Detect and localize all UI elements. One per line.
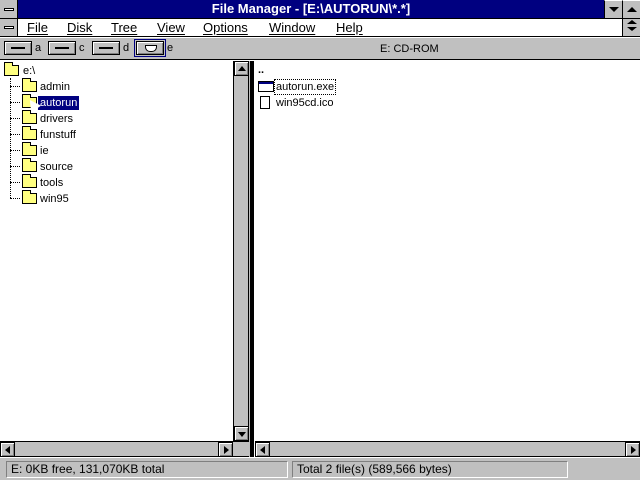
file-count-status: Total 2 file(s) (589,566 bytes) xyxy=(292,461,568,478)
scroll-left-button[interactable] xyxy=(255,442,270,457)
drive-c[interactable]: c xyxy=(48,41,88,56)
tree-folder-label: drivers xyxy=(40,113,74,125)
pane-splitter[interactable] xyxy=(249,61,254,457)
system-menu-icon xyxy=(4,8,14,11)
minimize-icon xyxy=(609,7,619,12)
hard-drive-icon xyxy=(92,41,120,55)
scroll-right-button[interactable] xyxy=(218,442,233,457)
tree-connector xyxy=(10,182,20,183)
menu-options[interactable]: Options xyxy=(203,20,248,35)
tree-connector xyxy=(10,134,20,135)
arrow-left-icon xyxy=(260,446,265,454)
tree-horizontal-scrollbar[interactable] xyxy=(0,441,249,457)
tree-connector-line xyxy=(10,78,11,198)
tree-folder-label: tools xyxy=(40,177,64,189)
hard-drive-icon xyxy=(48,41,76,55)
cdrom-drive-icon xyxy=(134,39,166,57)
system-menu-button[interactable] xyxy=(0,0,18,18)
drive-d-letter: d xyxy=(123,42,130,54)
arrow-right-icon xyxy=(224,446,229,454)
menu-bar: File Disk Tree View Options Window Help xyxy=(0,19,640,37)
tree-folder-tools[interactable]: tools xyxy=(22,174,122,191)
folder-icon xyxy=(22,174,37,188)
tree-root[interactable]: e:\ xyxy=(4,62,64,79)
drive-e[interactable]: e xyxy=(134,39,176,57)
minimize-button[interactable] xyxy=(604,0,622,18)
tree-vertical-scrollbar[interactable] xyxy=(233,61,249,441)
tree-folder-source[interactable]: source xyxy=(22,158,122,175)
status-bar: E: 0KB free, 131,070KB total Total 2 fil… xyxy=(0,457,640,480)
file-item-label: win95cd.ico xyxy=(276,97,334,109)
tree-root-label: e:\ xyxy=(23,65,36,77)
drive-a[interactable]: a xyxy=(4,41,44,56)
disk-space-status: E: 0KB free, 131,070KB total xyxy=(6,461,288,478)
drive-d[interactable]: d xyxy=(92,41,132,56)
tree-folder-label: ie xyxy=(40,145,49,157)
document-system-menu-button[interactable] xyxy=(0,19,18,36)
tree-folder-drivers[interactable]: drivers xyxy=(22,110,122,127)
tree-folder-label: win95 xyxy=(40,193,69,205)
file-list-pane[interactable] xyxy=(255,61,640,441)
current-drive-label: E: CD-ROM xyxy=(380,43,439,55)
tree-folder-label-selected: autorun xyxy=(38,96,80,110)
folder-icon xyxy=(22,142,37,156)
maximize-icon xyxy=(627,7,637,12)
arrow-up-icon xyxy=(238,66,246,71)
menu-tree[interactable]: Tree xyxy=(111,20,137,35)
tree-folder-win95[interactable]: win95 xyxy=(22,190,122,207)
folder-icon xyxy=(22,110,37,124)
tree-folder-label: admin xyxy=(40,81,70,93)
program-file-icon xyxy=(258,81,274,92)
drive-c-letter: c xyxy=(79,42,85,54)
file-item-label: autorun.exe xyxy=(273,79,337,95)
tree-connector xyxy=(10,118,20,119)
tree-folder-ie[interactable]: ie xyxy=(22,142,122,159)
open-folder-icon xyxy=(4,62,19,76)
floppy-drive-icon xyxy=(4,41,32,55)
folder-icon xyxy=(22,158,37,172)
tree-folder-label: funstuff xyxy=(40,129,76,141)
tree-connector xyxy=(10,102,20,103)
scroll-right-button[interactable] xyxy=(625,442,640,457)
document-file-icon xyxy=(260,96,270,109)
menu-view[interactable]: View xyxy=(157,20,185,35)
tree-connector xyxy=(10,198,20,199)
menu-help[interactable]: Help xyxy=(336,20,363,35)
restore-up-icon xyxy=(627,20,637,24)
drive-a-letter: a xyxy=(35,42,42,54)
scroll-left-button[interactable] xyxy=(0,442,15,457)
file-horizontal-scrollbar[interactable] xyxy=(255,441,640,457)
tree-folder-funstuff[interactable]: funstuff xyxy=(22,126,122,143)
arrow-down-icon xyxy=(238,432,246,437)
tree-connector xyxy=(10,166,20,167)
menu-file[interactable]: File xyxy=(27,20,48,35)
tree-folder-admin[interactable]: admin xyxy=(22,78,122,95)
folder-icon xyxy=(22,126,37,140)
tree-connector xyxy=(10,150,20,151)
document-system-menu-icon xyxy=(4,26,14,29)
folder-icon xyxy=(22,78,37,92)
document-restore-button[interactable] xyxy=(622,19,640,36)
parent-directory-item[interactable]: .. xyxy=(258,64,276,76)
scroll-down-button[interactable] xyxy=(234,426,249,441)
drive-e-letter: e xyxy=(167,42,174,54)
tree-folder-label: source xyxy=(40,161,74,173)
drive-bar: a c d e E: CD-ROM xyxy=(0,38,640,60)
parent-directory-label: .. xyxy=(258,64,265,76)
arrow-right-icon xyxy=(631,446,636,454)
maximize-button[interactable] xyxy=(622,0,640,18)
restore-down-icon xyxy=(627,27,637,31)
arrow-left-icon xyxy=(5,446,10,454)
window-title: File Manager - [E:\AUTORUN\*.*] xyxy=(211,1,411,16)
menu-window[interactable]: Window xyxy=(269,20,315,35)
menu-disk[interactable]: Disk xyxy=(67,20,92,35)
scroll-up-button[interactable] xyxy=(234,61,249,76)
title-bar[interactable]: File Manager - [E:\AUTORUN\*.*] xyxy=(0,0,640,19)
folder-icon xyxy=(22,190,37,204)
file-item-win95cd-ico[interactable]: win95cd.ico xyxy=(258,95,348,111)
tree-connector xyxy=(10,86,20,87)
file-item-autorun-exe[interactable]: autorun.exe xyxy=(258,79,348,95)
